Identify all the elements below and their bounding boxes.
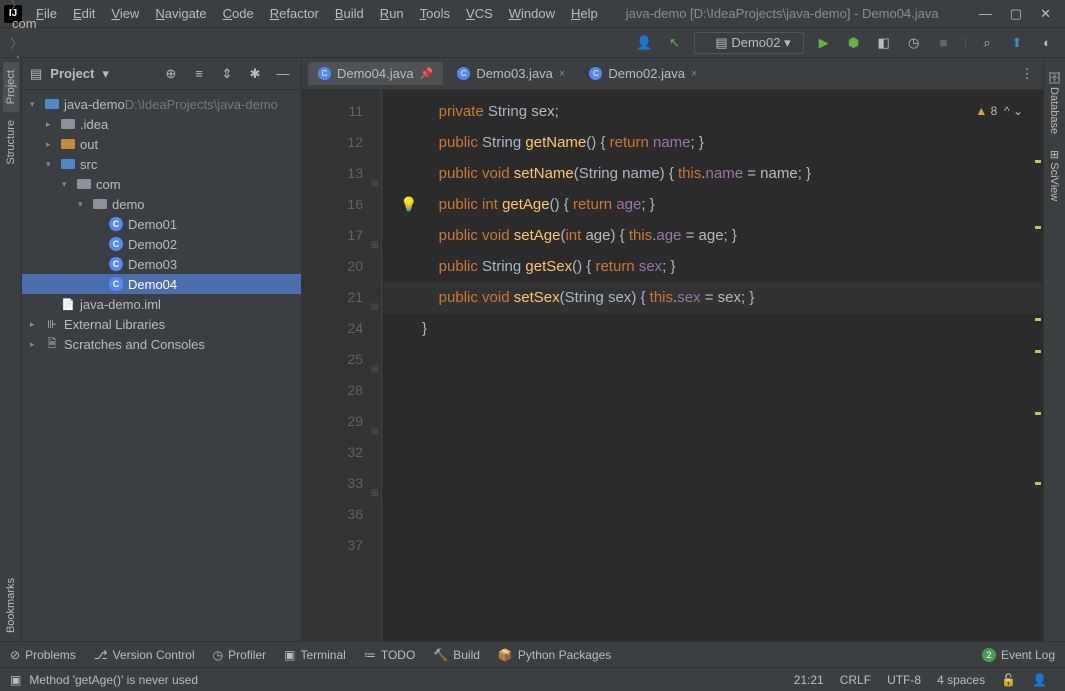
gutter: 1112⊞1316⊞1720⊞2124⊞2528⊞2932⊞333637 [302,90,382,641]
status-eol[interactable]: CRLF [832,673,879,687]
editor-tabs: CDemo04.java📌CDemo03.java×CDemo02.java× … [302,58,1043,90]
minimize-icon[interactable]: — [979,6,992,22]
status-pos[interactable]: 21:21 [786,673,832,687]
tree-node-demo03[interactable]: CDemo03 [22,254,301,274]
menu-refactor[interactable]: Refactor [262,4,327,23]
search-icon[interactable]: ⌕ [977,33,997,53]
status-reader-icon[interactable]: 👤 [1024,673,1055,687]
menu-window[interactable]: Window [501,4,563,23]
menu-vcs[interactable]: VCS [458,4,501,23]
main-menu: FileEditViewNavigateCodeRefactorBuildRun… [28,6,606,21]
menu-tools[interactable]: Tools [412,4,458,23]
debug-icon[interactable]: ⬢ [844,33,864,53]
error-stripe[interactable] [1033,90,1043,641]
coverage-icon[interactable]: ◧ [874,33,894,53]
status-enc[interactable]: UTF-8 [879,673,929,687]
close-icon[interactable]: ✕ [1040,6,1051,22]
run-config-select[interactable]: ▤ Demo02 ▾ [694,32,803,54]
menu-build[interactable]: Build [327,4,372,23]
tool-todo[interactable]: ≔ TODO [364,648,415,662]
project-view-chevron[interactable]: ▾ [102,66,109,82]
tool-tab-structure[interactable]: Structure [3,112,19,173]
expand-icon[interactable]: ≡ [189,64,209,84]
window-title: java-demo [D:\IdeaProjects\java-demo] - … [626,6,939,21]
update-icon[interactable]: ⬆ [1007,33,1027,53]
tool-vcs[interactable]: ⎇ Version Control [94,648,195,662]
titlebar: IJ FileEditViewNavigateCodeRefactorBuild… [0,0,1065,28]
tool-build[interactable]: 🔨 Build [433,648,480,662]
add-user-icon[interactable]: 👤 [634,33,654,53]
ide-features-icon[interactable]: ◐ [1037,33,1057,53]
stop-icon[interactable]: ■ [934,33,954,53]
tab-demo03.java[interactable]: CDemo03.java× [447,62,575,85]
project-tree[interactable]: ▾java-demo D:\IdeaProjects\java-demo▸.id… [22,90,301,641]
menu-view[interactable]: View [103,4,147,23]
tree-node-demo[interactable]: ▾demo [22,194,301,214]
tabs-more-icon[interactable]: ⋮ [1017,64,1037,84]
collapse-icon[interactable]: ⇕ [217,64,237,84]
profile-icon[interactable]: ◷ [904,33,924,53]
right-tool-strip: 🗄 Database ⊞ SciView [1043,58,1065,641]
project-panel-title: Project [50,66,94,81]
editor-area: CDemo04.java📌CDemo03.java×CDemo02.java× … [302,58,1043,641]
tool-terminal[interactable]: ▣ Terminal [284,648,346,662]
status-lock-icon[interactable]: 🔓 [993,673,1024,687]
build-arrow-icon[interactable]: ↖ [664,33,684,53]
tool-problems[interactable]: ⊘ Problems [10,648,76,662]
project-panel-icon: ▤ [30,66,42,82]
maximize-icon[interactable]: ▢ [1010,6,1022,22]
locate-icon[interactable]: ⊕ [161,64,181,84]
tool-python[interactable]: 📦 Python Packages [498,648,611,662]
menu-code[interactable]: Code [215,4,262,23]
menu-navigate[interactable]: Navigate [147,4,214,23]
tree-node-demo04[interactable]: CDemo04 [22,274,301,294]
tool-tab-project[interactable]: Project [3,62,19,112]
tree-node-java-demo[interactable]: ▾java-demo D:\IdeaProjects\java-demo [22,94,301,114]
tab-demo04.java[interactable]: CDemo04.java📌 [308,62,443,85]
navbar: java-demo〉src〉com〉demo〉C Demo04〉m getAge… [0,28,1065,58]
settings-icon[interactable]: ✱ [245,64,265,84]
tree-node-src[interactable]: ▾src [22,154,301,174]
tree-node-demo01[interactable]: CDemo01 [22,214,301,234]
tree-node-.idea[interactable]: ▸.idea [22,114,301,134]
status-icon[interactable]: ▣ [10,673,21,687]
menu-help[interactable]: Help [563,4,606,23]
code-area[interactable]: ▲ 8 ^ ⌄ private String sex; public Strin… [382,90,1043,641]
status-message: Method 'getAge()' is never used [21,673,206,687]
tree-node-out[interactable]: ▸out [22,134,301,154]
tree-node-external libraries[interactable]: ▸⊪External Libraries [22,314,301,334]
hide-icon[interactable]: — [273,64,293,84]
tool-tab-database[interactable]: 🗄 Database [1046,62,1063,142]
menu-run[interactable]: Run [372,4,412,23]
editor-body[interactable]: 1112⊞1316⊞1720⊞2124⊞2528⊞2932⊞333637 ▲ 8… [302,90,1043,641]
tool-tab-sciview[interactable]: ⊞ SciView [1046,142,1063,209]
tree-node-scratches and consoles[interactable]: ▸🗎Scratches and Consoles [22,334,301,354]
left-tool-strip: Project Structure Bookmarks [0,58,22,641]
crumb-com[interactable]: com [8,14,83,33]
bottom-toolbar: ⊘ Problems ⎇ Version Control ◷ Profiler … [0,641,1065,667]
tool-profiler[interactable]: ◷ Profiler [213,648,267,662]
tool-tab-bookmarks[interactable]: Bookmarks [3,570,19,641]
run-icon[interactable]: ▶ [814,33,834,53]
tab-demo02.java[interactable]: CDemo02.java× [579,62,707,85]
event-log[interactable]: 2 Event Log [982,648,1055,662]
tree-node-demo02[interactable]: CDemo02 [22,234,301,254]
project-panel: ▤ Project ▾ ⊕ ≡ ⇕ ✱ — ▾java-demo D:\Idea… [22,58,302,641]
tree-node-java-demo.iml[interactable]: 📄java-demo.iml [22,294,301,314]
tree-node-com[interactable]: ▾com [22,174,301,194]
status-indent[interactable]: 4 spaces [929,673,993,687]
